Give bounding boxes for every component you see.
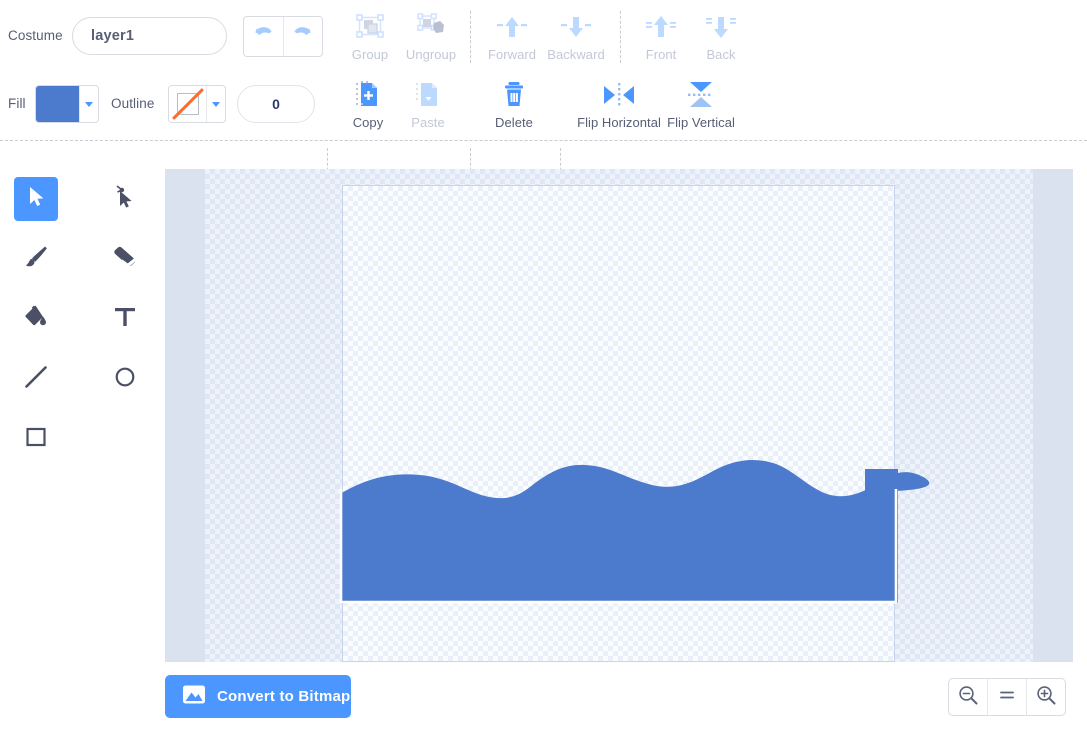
costume-name-input[interactable]: layer1 [72, 17, 227, 55]
zoom-out-icon [957, 684, 979, 711]
backward-label: Backward [547, 47, 605, 62]
circle-icon [112, 364, 138, 395]
group-label: Group [351, 47, 389, 62]
brush-tool[interactable] [14, 237, 58, 281]
zoom-out-button[interactable] [949, 679, 987, 715]
flip-vertical-icon [684, 80, 718, 110]
reshape-icon [112, 184, 138, 215]
rectangle-icon [23, 424, 49, 455]
paste-label: Paste [411, 115, 445, 130]
zoom-reset-button[interactable] [987, 679, 1026, 715]
redo-button[interactable] [282, 17, 323, 56]
line-tool[interactable] [14, 357, 58, 401]
paint-toolbar: Costume layer1 Group Ungroup Forward Bac… [0, 0, 1087, 200]
costume-name-value: layer1 [91, 28, 135, 44]
reshape-tool[interactable] [103, 177, 147, 221]
line-icon [23, 364, 49, 395]
tool-palette [0, 165, 165, 495]
fill-dropdown-arrow[interactable] [79, 86, 98, 122]
convert-to-bitmap-button[interactable]: Convert to Bitmap [165, 675, 351, 718]
paint-canvas[interactable] [165, 169, 1073, 662]
zoom-in-icon [1035, 684, 1057, 711]
text-t-icon [112, 304, 138, 335]
no-color-icon [169, 86, 206, 122]
delete-button[interactable]: Delete [478, 80, 550, 130]
ungroup-label: Ungroup [405, 47, 457, 62]
undo-icon [250, 21, 276, 52]
toolbar-divider-1 [470, 11, 471, 63]
flip-horizontal-label: Flip Horizontal [577, 115, 661, 130]
front-label: Front [645, 47, 677, 62]
backward-icon [560, 12, 592, 42]
wave-shape[interactable] [340, 459, 930, 603]
paste-icon [413, 80, 443, 110]
forward-button: Forward [476, 12, 548, 62]
eraser-tool[interactable] [103, 237, 147, 281]
costume-label: Costume [8, 28, 63, 43]
paint-editor: Costume layer1 Group Ungroup Forward Bac… [0, 0, 1087, 731]
fill-color-swatch[interactable] [36, 86, 80, 122]
toolbar-row-top: Costume layer1 Group Ungroup Forward Bac… [0, 2, 1087, 70]
redo-icon [290, 21, 316, 52]
flip-vertical-button[interactable]: Flip Vertical [664, 80, 738, 130]
copy-icon [353, 80, 383, 110]
outline-dropdown-arrow[interactable] [206, 86, 225, 122]
back-button: Back [685, 12, 757, 62]
flip-horizontal-button[interactable]: Flip Horizontal [577, 80, 661, 130]
outline-color-picker[interactable] [168, 85, 226, 123]
image-icon [182, 684, 206, 710]
paint-bucket-icon [23, 304, 49, 335]
chevron-down-icon [85, 101, 94, 107]
fill-color-picker[interactable] [35, 85, 99, 123]
paste-button: Paste [392, 80, 464, 130]
ungroup-button: Ungroup [395, 12, 467, 62]
circle-tool[interactable] [103, 357, 147, 401]
toolbar-bottom-divider [0, 140, 1087, 141]
fill-tool[interactable] [14, 297, 58, 341]
rectangle-tool[interactable] [14, 417, 58, 461]
text-tool[interactable] [103, 297, 147, 341]
copy-label: Copy [352, 115, 384, 130]
forward-icon [496, 12, 528, 42]
toolbar-divider-2 [620, 11, 621, 63]
undo-redo-group [243, 16, 323, 57]
outline-width-value: 0 [272, 96, 280, 112]
zoom-controls [948, 678, 1066, 716]
outline-label: Outline [111, 96, 155, 111]
front-icon [645, 12, 677, 42]
delete-label: Delete [495, 115, 533, 130]
outline-width-input[interactable]: 0 [237, 85, 315, 123]
zoom-reset-icon [996, 684, 1018, 711]
artwork-layer [339, 459, 930, 604]
convert-to-bitmap-label: Convert to Bitmap [217, 688, 351, 705]
forward-label: Forward [487, 47, 537, 62]
trash-icon [499, 80, 529, 110]
toolbar-row-bottom: Fill Outline 0 Copy Paste Delete Flip Ho… [0, 70, 1087, 200]
flip-horizontal-icon [602, 80, 636, 110]
chevron-down-icon [212, 101, 221, 107]
group-icon [355, 12, 385, 42]
outline-color-swatch[interactable] [169, 86, 206, 122]
zoom-in-button[interactable] [1026, 679, 1065, 715]
back-icon [705, 12, 737, 42]
undo-button[interactable] [244, 17, 283, 56]
select-tool[interactable] [14, 177, 58, 221]
backward-button: Backward [540, 12, 612, 62]
eraser-icon [112, 244, 138, 275]
fill-label: Fill [8, 96, 26, 111]
paintbrush-icon [23, 244, 49, 275]
back-label: Back [706, 47, 736, 62]
flip-vertical-label: Flip Vertical [667, 115, 735, 130]
ungroup-icon [416, 12, 446, 42]
arrow-cursor-icon [24, 185, 48, 214]
